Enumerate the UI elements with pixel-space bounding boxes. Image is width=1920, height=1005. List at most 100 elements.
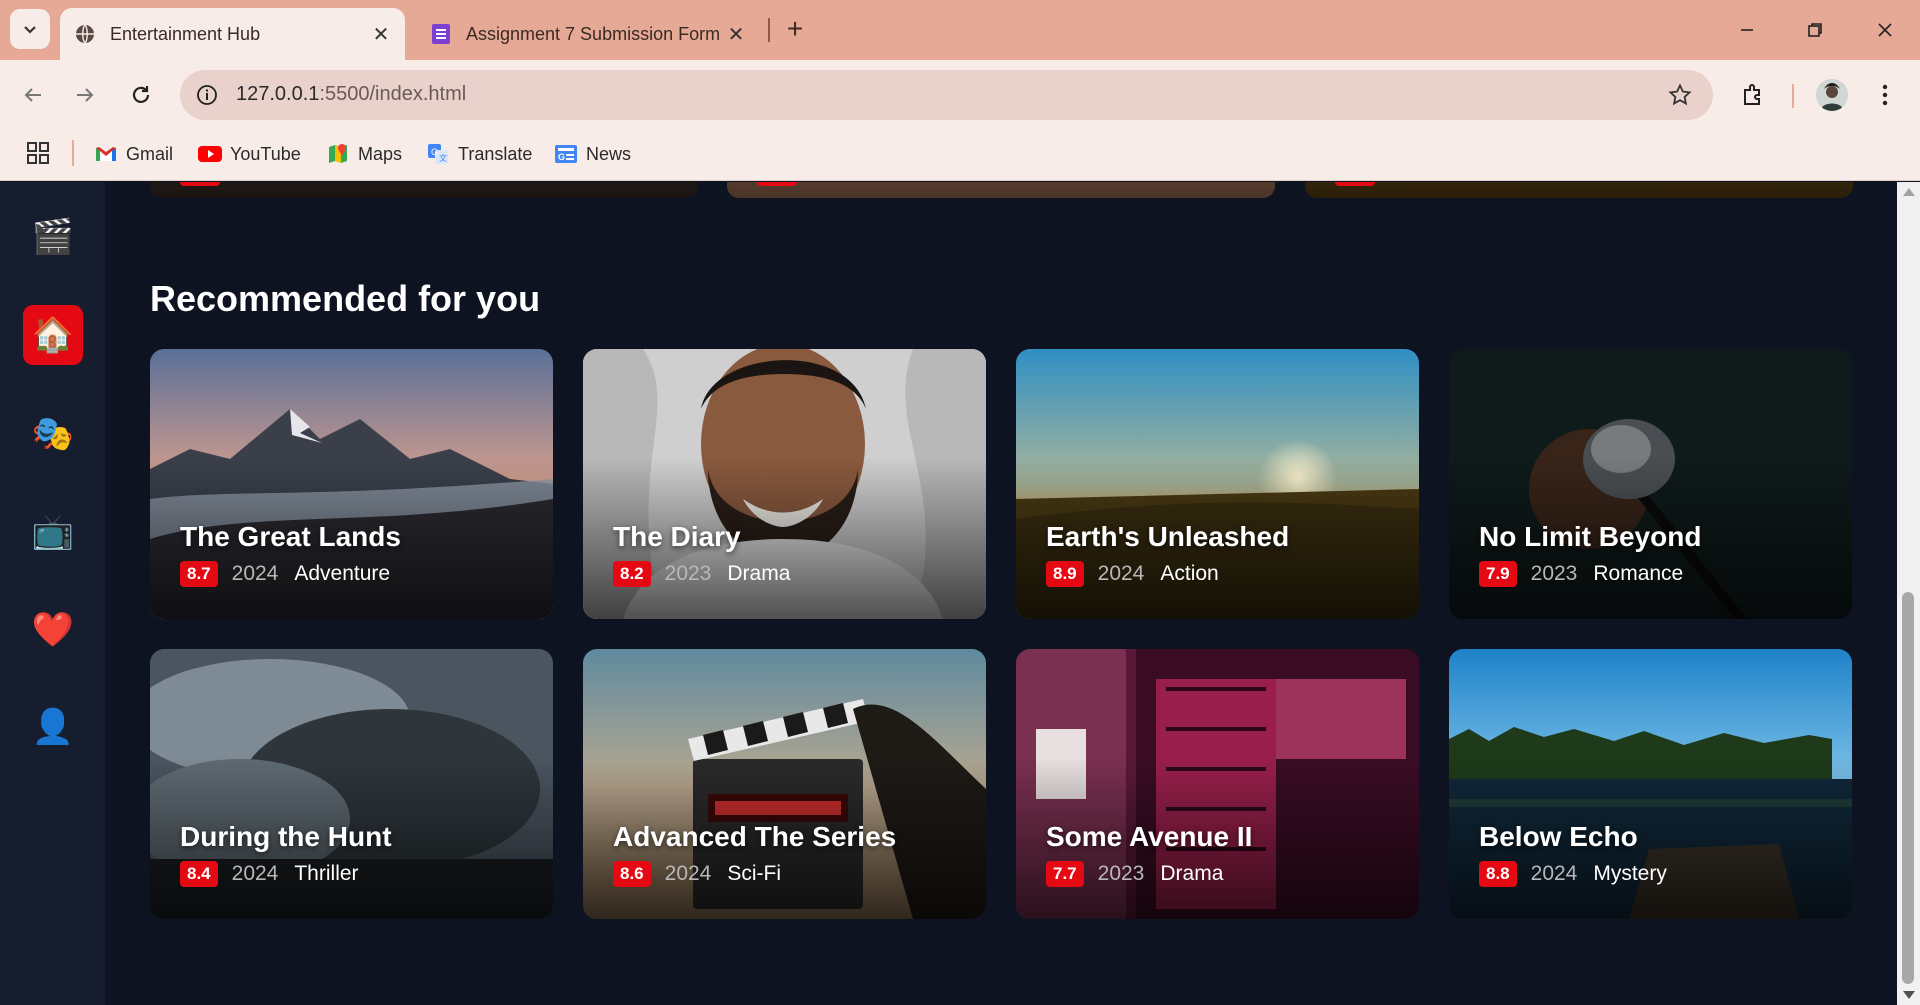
rating-badge [757, 182, 797, 186]
scroll-up-arrow-icon[interactable] [1903, 188, 1915, 196]
browser-toolbar: 127.0.0.1:5500/index.html [0, 60, 1920, 128]
heart-icon: ❤️ [31, 611, 75, 649]
partial-card[interactable] [1305, 182, 1853, 198]
translate-icon: G文 [426, 142, 450, 166]
movie-genre: Mystery [1593, 862, 1667, 885]
site-info-icon[interactable] [194, 82, 220, 108]
new-tab-button[interactable]: + [780, 13, 810, 44]
movie-genre: Romance [1593, 562, 1684, 585]
movie-card[interactable]: The Diary 8.2 2023 Drama [583, 349, 986, 619]
bookmark-translate[interactable]: G文 Translate [426, 140, 532, 168]
app-sidebar: 🎬 🏠 🎭 📺 ❤️ 👤 [0, 182, 105, 1005]
rating-badge [1335, 182, 1375, 186]
movie-card[interactable]: Below Echo 8.8 2024 Mystery [1449, 649, 1852, 919]
movie-meta: 7.7 2023 Drama [1046, 861, 1223, 887]
close-window-button[interactable] [1860, 10, 1910, 50]
svg-text:G: G [558, 152, 565, 162]
minimize-button[interactable] [1722, 10, 1772, 50]
svg-text:G: G [431, 147, 438, 157]
restore-button[interactable] [1790, 10, 1840, 50]
extensions-icon[interactable] [1736, 78, 1770, 112]
partial-card[interactable] [727, 182, 1275, 198]
movie-meta: 8.8 2024 Mystery [1479, 861, 1667, 887]
tab-title: Entertainment Hub [110, 23, 261, 44]
movie-year: 2023 [1097, 862, 1145, 885]
avatar-icon [1816, 79, 1848, 111]
tab-search-button[interactable] [10, 9, 50, 49]
movie-meta: 8.7 2024 Adventure [180, 561, 390, 587]
movie-meta: 8.2 2023 Drama [613, 561, 790, 587]
movie-year: 2024 [1530, 862, 1578, 885]
sidebar-item-movies[interactable]: 🎬 [23, 207, 83, 267]
theater-masks-icon: 🎭 [31, 415, 75, 453]
rating-badge: 8.7 [180, 561, 218, 587]
back-button[interactable] [16, 78, 50, 112]
close-icon[interactable]: ✕ [371, 24, 391, 46]
gmail-icon [94, 142, 118, 166]
partial-card[interactable] [150, 182, 698, 198]
section-title: Recommended for you [150, 278, 541, 319]
sidebar-item-profile[interactable]: 👤 [23, 697, 83, 757]
movie-meta: 8.9 2024 Action [1046, 561, 1219, 587]
bookmark-youtube[interactable]: YouTube [198, 140, 301, 168]
movie-meta: 8.6 2024 Sci-Fi [613, 861, 781, 887]
bookmark-star-icon[interactable] [1667, 82, 1693, 108]
bookmark-gmail[interactable]: Gmail [94, 140, 173, 168]
apps-grid-icon[interactable] [26, 141, 50, 165]
tab-entertainment-hub[interactable]: Entertainment Hub ✕ [60, 8, 405, 60]
movie-card[interactable]: Some Avenue II 7.7 2023 Drama [1016, 649, 1419, 919]
profile-avatar[interactable] [1816, 79, 1848, 111]
address-bar[interactable]: 127.0.0.1:5500/index.html [180, 70, 1713, 120]
bookmarks-bar: Gmail YouTube Maps G文 Translate G News [0, 128, 1920, 181]
scroll-down-arrow-icon[interactable] [1903, 991, 1915, 999]
close-icon [1878, 23, 1892, 37]
tab-assignment-form[interactable]: Assignment 7 Submission Form ✕ [420, 8, 760, 60]
rating-badge: 8.2 [613, 561, 651, 587]
movie-card[interactable]: Advanced The Series 8.6 2024 Sci-Fi [583, 649, 986, 919]
sidebar-item-home[interactable]: 🏠 [23, 305, 83, 365]
forward-button[interactable] [68, 78, 102, 112]
main-content: Recommended for you The Great Lands 8.7 … [105, 182, 1897, 1005]
news-icon: G [554, 142, 578, 166]
movie-year: 2024 [1097, 562, 1145, 585]
bookmark-news[interactable]: G News [554, 140, 631, 168]
rating-badge: 8.6 [613, 861, 651, 887]
movie-title: The Great Lands [180, 521, 401, 552]
sidebar-item-favorites[interactable]: ❤️ [23, 600, 83, 660]
movie-title: Below Echo [1479, 821, 1638, 852]
movie-genre: Thriller [294, 862, 359, 885]
movie-card[interactable]: Earth's Unleashed 8.9 2024 Action [1016, 349, 1419, 619]
movie-meta: 7.9 2023 Romance [1479, 561, 1683, 587]
url-text[interactable]: 127.0.0.1:5500/index.html [236, 83, 466, 106]
close-icon[interactable]: ✕ [726, 24, 746, 46]
sidebar-item-theater[interactable]: 🎭 [23, 404, 83, 464]
page-scrollbar[interactable] [1897, 182, 1920, 1005]
sidebar-item-tv[interactable]: 📺 [23, 502, 83, 562]
reload-button[interactable] [124, 78, 158, 112]
movie-card[interactable]: No Limit Beyond 7.9 2023 Romance [1449, 349, 1852, 619]
tab-title: Assignment 7 Submission Form [466, 23, 721, 44]
movie-card[interactable]: The Great Lands 8.7 2024 Adventure [150, 349, 553, 619]
movie-title: Earth's Unleashed [1046, 521, 1290, 552]
movie-title: The Diary [613, 521, 741, 552]
movie-title: Advanced The Series [613, 821, 897, 852]
browser-menu-button[interactable] [1870, 78, 1900, 112]
scrollbar-thumb[interactable] [1902, 592, 1914, 984]
rating-badge: 7.9 [1479, 561, 1517, 587]
movie-genre: Sci-Fi [727, 862, 782, 885]
restore-icon [1808, 23, 1822, 37]
movie-genre: Drama [1160, 862, 1224, 885]
url-host: 127.0.0.1 [236, 83, 320, 105]
reload-icon [132, 86, 150, 103]
tab-separator [768, 18, 770, 42]
rating-badge: 8.4 [180, 861, 218, 887]
arrow-left-icon [24, 88, 41, 102]
globe-icon [74, 23, 96, 45]
movie-card[interactable]: During the Hunt 8.4 2024 Thriller [150, 649, 553, 919]
movie-title: Some Avenue II [1046, 821, 1253, 852]
browser-tab-strip: Entertainment Hub ✕ Assignment 7 Submiss… [0, 0, 1920, 60]
rating-badge: 8.8 [1479, 861, 1517, 887]
movie-genre: Action [1160, 562, 1219, 585]
bookmark-label: YouTube [230, 143, 301, 164]
bookmark-maps[interactable]: Maps [326, 140, 402, 168]
